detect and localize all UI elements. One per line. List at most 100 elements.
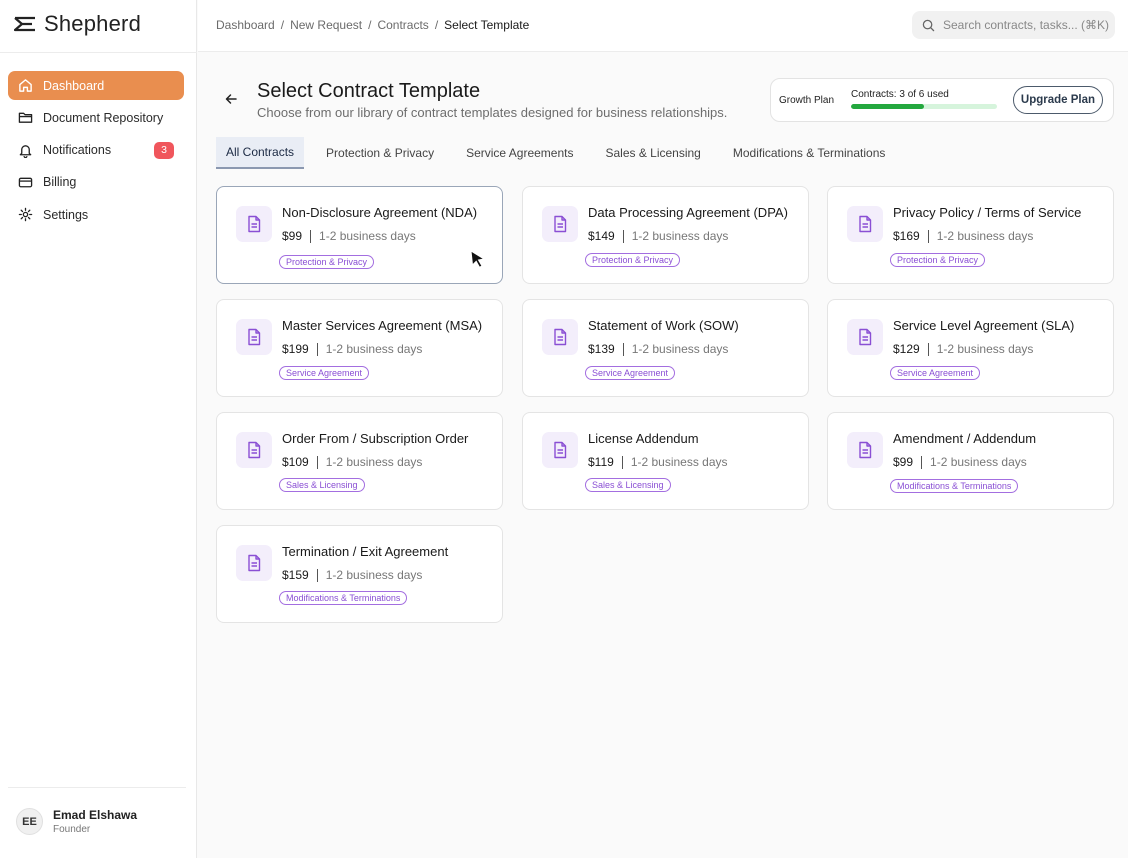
- document-icon: [236, 545, 272, 581]
- template-price: $149: [588, 229, 615, 243]
- sidebar: Shepherd Dashboard Document Repository N…: [0, 0, 197, 858]
- template-price: $159: [282, 568, 309, 582]
- template-card[interactable]: Service Level Agreement (SLA) $129 1-2 bus…: [827, 299, 1114, 397]
- tab-all-contracts[interactable]: All Contracts: [216, 137, 305, 169]
- document-icon: [542, 319, 578, 355]
- meta-divider: [921, 455, 923, 469]
- tab-service-agreements[interactable]: Service Agreements: [450, 137, 589, 169]
- template-card[interactable]: Statement of Work (SOW) $139 1-2 business …: [522, 299, 809, 397]
- meta-divider: [316, 568, 318, 582]
- breadcrumb-separator: /: [434, 18, 439, 32]
- template-turnaround: 1-2 business days: [936, 342, 1034, 356]
- template-price: $99: [893, 455, 914, 469]
- template-price: $129: [893, 342, 920, 356]
- breadcrumb-new-request[interactable]: New Request: [290, 18, 362, 32]
- template-title: Amendment / Addendum: [893, 431, 1037, 446]
- breadcrumb: Dashboard / New Request / Contracts / Se…: [216, 18, 529, 32]
- template-category-tag: Modifications & Terminations: [279, 591, 408, 605]
- template-price: $139: [588, 342, 615, 356]
- breadcrumb-contracts[interactable]: Contracts: [377, 18, 428, 32]
- search-box[interactable]: [912, 11, 1115, 39]
- divider: [8, 787, 186, 788]
- tab-protection-privacy[interactable]: Protection & Privacy: [310, 137, 450, 169]
- template-turnaround: 1-2 business days: [936, 229, 1034, 243]
- template-title: Privacy Policy / Terms of Service: [893, 205, 1082, 220]
- upgrade-plan-button[interactable]: Upgrade Plan: [1013, 86, 1103, 114]
- top-bar: Dashboard / New Request / Contracts / Se…: [198, 0, 1128, 52]
- template-meta: $99 1-2 business days: [282, 229, 416, 243]
- notification-count-badge: 3: [154, 141, 174, 159]
- document-icon: [847, 319, 883, 355]
- tab-sales-licensing[interactable]: Sales & Licensing: [589, 137, 716, 169]
- template-title: Statement of Work (SOW): [588, 318, 739, 333]
- page-subtitle: Choose from our library of contract temp…: [257, 105, 728, 120]
- template-category-tag: Service Agreement: [890, 366, 981, 380]
- sidebar-item-document-repository[interactable]: Document Repository: [8, 103, 184, 132]
- sidebar-item-label: Dashboard: [43, 78, 105, 93]
- template-title: License Addendum: [588, 431, 699, 446]
- back-arrow-icon[interactable]: [224, 92, 238, 106]
- sidebar-item-label: Billing: [43, 175, 77, 190]
- breadcrumb-current: Select Template: [444, 18, 530, 32]
- plan-usage-bar: [851, 104, 997, 109]
- template-price: $119: [588, 455, 614, 469]
- template-title: Order From / Subscription Order: [282, 431, 469, 446]
- plan-usage-label: Contracts: 3 of 6 used: [851, 89, 949, 100]
- template-turnaround: 1-2 business days: [325, 342, 423, 356]
- user-profile[interactable]: EE Emad Elshawa Founder: [16, 808, 137, 835]
- page-title: Select Contract Template: [257, 80, 481, 102]
- avatar: EE: [16, 808, 43, 835]
- breadcrumb-separator: /: [368, 18, 372, 32]
- app-name: Shepherd: [44, 11, 142, 36]
- document-icon: [236, 319, 272, 355]
- template-card[interactable]: Privacy Policy / Terms of Service $169 1-2…: [827, 186, 1114, 284]
- folder-icon: [17, 110, 33, 126]
- template-category-tag: Protection & Privacy: [585, 253, 681, 267]
- sidebar-item-dashboard[interactable]: Dashboard: [8, 71, 184, 100]
- template-card[interactable]: Amendment / Addendum $99 1-2 business days…: [827, 412, 1114, 510]
- document-icon: [847, 432, 883, 468]
- logo[interactable]: Shepherd: [14, 10, 141, 38]
- shepherd-logo-icon: [14, 16, 35, 32]
- template-card[interactable]: Non-Disclosure Agreement (NDA) $99 1-2 bus…: [216, 186, 503, 284]
- meta-divider: [310, 229, 312, 243]
- template-card[interactable]: License Addendum $119 1-2 business days Sal…: [522, 412, 809, 510]
- template-price: $109: [282, 455, 309, 469]
- meta-divider: [316, 342, 318, 356]
- template-price: $99: [282, 229, 303, 243]
- template-category-tag: Service Agreement: [585, 366, 676, 380]
- meta-divider: [927, 342, 929, 356]
- template-card[interactable]: Data Processing Agreement (DPA) $149 1-2 b…: [522, 186, 809, 284]
- meta-divider: [622, 229, 624, 243]
- template-card[interactable]: Termination / Exit Agreement $159 1-2 busi…: [216, 525, 503, 623]
- template-turnaround: 1-2 business days: [631, 342, 729, 356]
- search-input[interactable]: [943, 18, 1113, 32]
- template-turnaround: 1-2 business days: [325, 568, 423, 582]
- tab-modifications-terminations[interactable]: Modifications & Terminations: [717, 137, 902, 169]
- template-category-tag: Protection & Privacy: [279, 255, 375, 269]
- sidebar-item-settings[interactable]: Settings: [8, 200, 184, 229]
- template-turnaround: 1-2 business days: [930, 455, 1027, 469]
- template-title: Master Services Agreement (MSA): [282, 318, 483, 333]
- search-icon: [922, 19, 935, 31]
- plan-name: Growth Plan: [779, 95, 835, 106]
- meta-divider: [621, 455, 623, 469]
- template-meta: $119 1-2 business days: [588, 455, 728, 469]
- sidebar-item-label: Settings: [43, 207, 89, 222]
- breadcrumb-dashboard[interactable]: Dashboard: [216, 18, 275, 32]
- divider: [0, 52, 197, 53]
- sidebar-item-billing[interactable]: Billing: [8, 168, 184, 197]
- template-card[interactable]: Order From / Subscription Order $109 1-2 b…: [216, 412, 503, 510]
- template-category-tag: Service Agreement: [279, 366, 370, 380]
- sidebar-item-label: Notifications: [43, 143, 112, 158]
- document-icon: [542, 432, 578, 468]
- document-icon: [236, 206, 272, 242]
- template-title: Service Level Agreement (SLA): [893, 318, 1075, 333]
- template-meta: $129 1-2 business days: [893, 342, 1033, 356]
- plan-usage-card: Growth Plan Contracts: 3 of 6 used Upgra…: [770, 78, 1114, 122]
- template-card[interactable]: Master Services Agreement (MSA) $199 1-2 b…: [216, 299, 503, 397]
- sidebar-item-notifications[interactable]: Notifications 3: [8, 136, 184, 165]
- template-price: $199: [282, 342, 309, 356]
- template-turnaround: 1-2 business days: [630, 455, 728, 469]
- template-category-tag: Modifications & Terminations: [890, 479, 1019, 493]
